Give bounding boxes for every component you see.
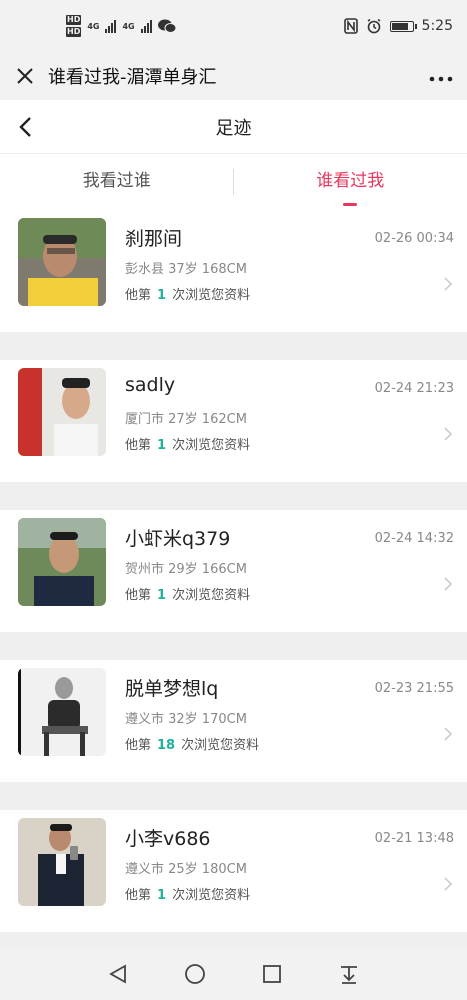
visit-time: 02-24 14:32	[374, 531, 454, 546]
visitor-name: 小李v686	[125, 828, 211, 850]
chevron-right-icon	[444, 877, 453, 891]
status-left: HD HD 4G 4G	[66, 14, 176, 38]
view-count-text: 他第 1 次浏览您资料	[125, 888, 251, 903]
visitor-name: 刹那间	[125, 228, 183, 250]
visit-time: 02-21 13:48	[374, 831, 454, 846]
view-count-text: 他第 1 次浏览您资料	[125, 438, 251, 453]
view-count-text: 他第 1 次浏览您资料	[125, 588, 251, 603]
chevron-right-icon	[444, 577, 453, 591]
triangle-back-icon	[109, 963, 127, 984]
visit-time: 02-23 21:55	[374, 681, 454, 696]
view-count: 1	[157, 588, 167, 603]
view-count-text: 他第 18 次浏览您资料	[125, 738, 260, 753]
visitor-info: 彭水县 37岁 168CM	[125, 262, 247, 277]
system-nav-bar	[0, 947, 467, 1000]
circle-home-icon	[185, 963, 206, 984]
avatar	[18, 218, 106, 306]
hd-indicator: HD HD	[66, 15, 82, 37]
view-count: 18	[157, 738, 176, 753]
avatar	[18, 368, 106, 456]
chevron-right-icon	[444, 277, 453, 291]
nav-back-button[interactable]	[106, 962, 130, 986]
view-count: 1	[157, 288, 167, 303]
square-recents-icon	[262, 964, 281, 983]
chevron-left-icon	[19, 117, 31, 137]
pull-down-icon	[340, 965, 357, 984]
avatar	[18, 668, 106, 756]
more-icon	[429, 76, 453, 82]
more-button[interactable]	[429, 65, 453, 87]
visitor-info: 厦门市 27岁 162CM	[125, 412, 247, 427]
status-right: 5:25	[343, 18, 453, 34]
visitor-info: 贺州市 29岁 166CM	[125, 562, 247, 577]
view-count: 1	[157, 888, 167, 903]
visit-time: 02-26 00:34	[374, 231, 454, 246]
window-title-bar: 谁看过我-湄潭单身汇	[0, 52, 467, 100]
avatar	[18, 818, 106, 906]
network-type-a: 4G	[87, 21, 100, 31]
clock: 5:25	[421, 18, 453, 34]
list-item[interactable]: 小虾米q379 02-24 14:32 贺州市 29岁 166CM 他第 1 次浏览…	[0, 510, 467, 632]
nav-home-button[interactable]	[183, 962, 207, 986]
page-title: 足迹	[215, 117, 252, 139]
list-item[interactable]: 小李v686 02-21 13:48 遵义市 25岁 180CM 他第 1 次浏览您…	[0, 810, 467, 932]
nfc-icon	[343, 18, 358, 34]
close-icon	[17, 68, 33, 84]
visitor-name: sadly	[125, 374, 176, 396]
status-bar: HD HD 4G 4G 5:25	[0, 0, 467, 52]
visit-time: 02-24 21:23	[374, 381, 454, 396]
tab-viewed-me[interactable]: 谁看过我	[234, 154, 467, 210]
chevron-right-icon	[444, 427, 453, 441]
visitor-name: 脱单梦想lq	[125, 678, 219, 700]
tab-bar: 我看过谁 谁看过我	[0, 154, 467, 210]
avatar	[18, 518, 106, 606]
alarm-icon	[367, 18, 380, 34]
nav-recents-button[interactable]	[260, 962, 284, 986]
list-item[interactable]: sadly 02-24 21:23 厦门市 27岁 162CM 他第 1 次浏览您资…	[0, 360, 467, 482]
list-item[interactable]: 刹那间 02-26 00:34 彭水县 37岁 168CM 他第 1 次浏览您资料	[0, 210, 467, 332]
back-button[interactable]	[16, 115, 38, 139]
nav-notification-button[interactable]	[337, 962, 361, 986]
view-count: 1	[157, 438, 167, 453]
visitor-name: 小虾米q379	[125, 528, 231, 550]
wechat-icon	[157, 19, 176, 33]
page-header: 足迹	[0, 100, 467, 154]
signal-icon	[105, 19, 117, 33]
view-count-text: 他第 1 次浏览您资料	[125, 288, 251, 303]
list-item[interactable]: 脱单梦想lq 02-23 21:55 遵义市 32岁 170CM 他第 18 次浏览…	[0, 660, 467, 782]
visitor-info: 遵义市 32岁 170CM	[125, 712, 247, 727]
chevron-right-icon	[444, 727, 453, 741]
window-title: 谁看过我-湄潭单身汇	[48, 67, 217, 88]
battery-icon	[389, 20, 417, 32]
tab-i-viewed[interactable]: 我看过谁	[0, 154, 234, 210]
visitor-info: 遵义市 25岁 180CM	[125, 862, 247, 877]
network-type-b: 4G	[122, 21, 135, 31]
signal-icon-2	[140, 19, 152, 33]
close-button[interactable]	[14, 65, 36, 87]
